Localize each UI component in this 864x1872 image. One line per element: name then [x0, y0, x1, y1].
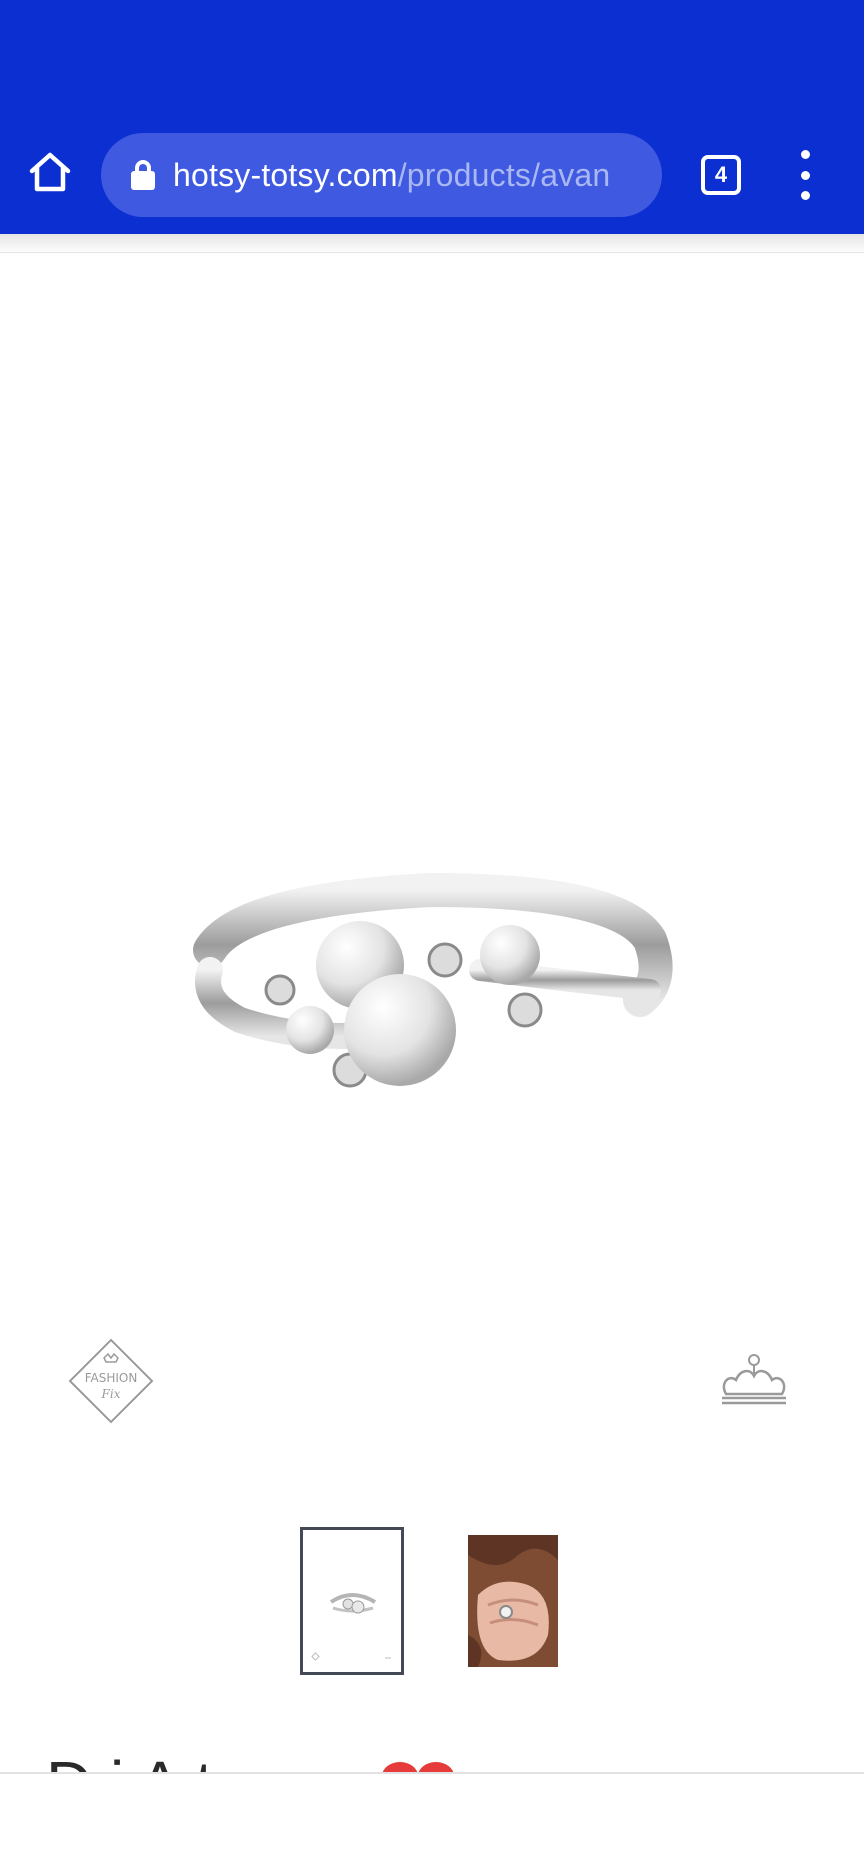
- badge-text-fashion: FASHION: [85, 1371, 138, 1385]
- toolbar-shadow: [0, 234, 864, 254]
- header-divider: [0, 252, 864, 253]
- url-text: hotsy-totsy.com/products/avan: [173, 157, 610, 194]
- fashion-fix-badge: FASHION Fix: [68, 1338, 154, 1424]
- product-image[interactable]: [180, 860, 680, 1120]
- thumbnail-product[interactable]: [300, 1527, 404, 1675]
- thumbnail-on-hand[interactable]: [468, 1535, 558, 1667]
- thumbnail-hand-image: [468, 1535, 558, 1667]
- thumbnail-ring-image: [311, 1593, 391, 1661]
- tab-switcher-button[interactable]: 4: [701, 155, 741, 195]
- product-title-text: D i A t: [46, 1752, 213, 1774]
- more-vert-icon[interactable]: [790, 150, 820, 200]
- url-path: /products/avan: [397, 156, 611, 193]
- crown-badge: [722, 1354, 786, 1405]
- badge-text-fix: Fix: [101, 1387, 121, 1401]
- url-domain: hotsy-totsy.com: [173, 156, 398, 193]
- bottom-bar: [0, 1772, 864, 1872]
- home-icon: [29, 152, 71, 192]
- home-button[interactable]: [24, 146, 76, 198]
- address-bar[interactable]: hotsy-totsy.com/products/avan: [101, 133, 662, 217]
- browser-toolbar: hotsy-totsy.com/products/avan 4: [0, 0, 864, 234]
- product-title: D i A t: [46, 1752, 213, 1774]
- lock-icon: [131, 160, 155, 190]
